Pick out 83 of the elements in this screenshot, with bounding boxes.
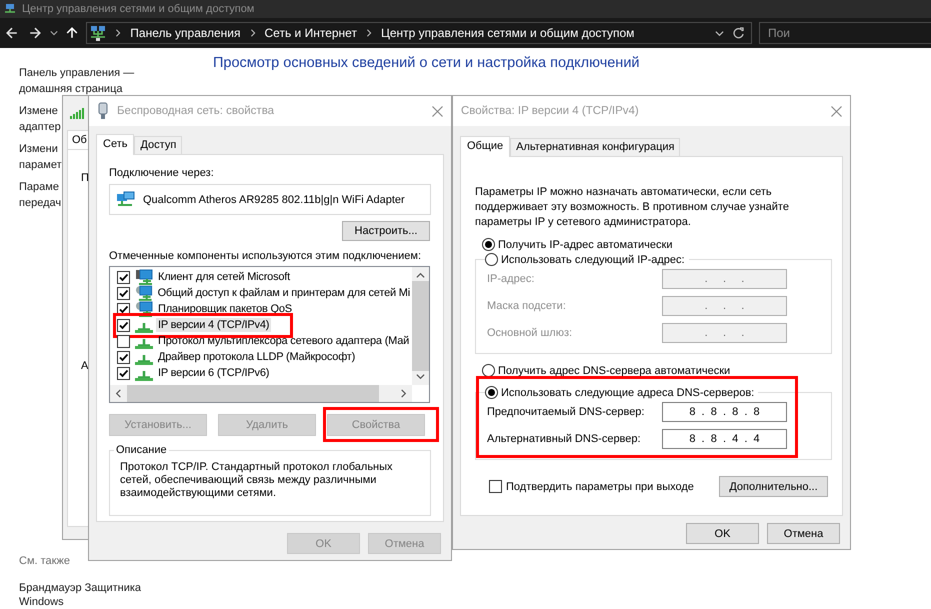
tab[interactable]: Общие	[460, 136, 510, 157]
horizontal-scrollbar[interactable]	[110, 385, 412, 402]
checkbox[interactable]	[117, 334, 130, 348]
component-item[interactable]: Общий доступ к файлам и принтерам для сетей Mi	[156, 286, 412, 300]
component-item[interactable]: Протокол мультиплексора сетевого адаптера (Май	[156, 334, 412, 348]
sidebar-link[interactable]: Панель управления — домашняя страница	[19, 65, 194, 97]
network-protocol-icon	[135, 338, 153, 348]
checkbox[interactable]	[117, 270, 130, 284]
computer-network-icon	[135, 301, 153, 317]
network-icon	[4, 4, 16, 14]
radio-option[interactable]: Использовать следующий IP-адрес:	[485, 253, 685, 266]
label: П	[81, 172, 89, 184]
vertical-scrollbar[interactable]	[412, 267, 429, 385]
chevron-right-icon	[114, 29, 122, 37]
checkbox[interactable]	[117, 366, 130, 380]
chevron-down-icon	[714, 28, 724, 38]
field-label: Маска подсети:	[487, 300, 567, 312]
wifi-adapter-icon	[97, 102, 109, 120]
adapter-name: Qualcomm Atheros AR9285 802.11b|g|n WiFi Adapter	[143, 194, 405, 206]
scroll-down-icon	[416, 372, 425, 381]
advanced-button[interactable]: Дополнительно...	[719, 476, 828, 497]
network-icon	[90, 25, 106, 41]
dialog-title: Свойства: IP версии 4 (TCP/IPv4)	[461, 105, 640, 117]
dialog-button[interactable]: Отмена	[767, 523, 840, 544]
tab[interactable]: Доступ	[134, 136, 182, 154]
description-text: Протокол TCP/IP. Стандартный протокол глобальных сетей, обеспечивающий связь между различными взаимодействующими сетями.	[120, 461, 394, 500]
breadcrumb[interactable]: Панель управления	[130, 26, 241, 40]
search-field[interactable]: Пои	[758, 22, 931, 44]
checkbox[interactable]	[117, 318, 130, 332]
tab[interactable]: Альтернативная конфигурация	[510, 138, 680, 156]
computer-network-icon	[135, 269, 153, 285]
configure-button[interactable]: Настроить...	[342, 221, 430, 241]
see-also-heading: См. также	[19, 555, 71, 567]
scroll-left-icon	[114, 389, 123, 398]
page-heading: Просмотр основных сведений о сети и настройка подключений	[212, 54, 641, 71]
forward-arrow-icon	[29, 27, 42, 39]
component-item[interactable]: IP версии 4 (TCP/IPv4)	[156, 318, 272, 332]
field-label: Предпочитаемый DNS-сервер:	[487, 406, 646, 418]
refresh-icon[interactable]	[732, 26, 745, 40]
breadcrumb[interactable]: Центр управления сетями и общим доступом	[380, 26, 634, 40]
sidebar-link[interactable]: Брандмауэр Защитника Windows	[19, 581, 194, 609]
field-label: IP-адрес:	[487, 273, 536, 285]
ip-address-field[interactable]: 8 . 8 . 4 . 4	[662, 429, 787, 449]
label: Подключение через:	[109, 167, 215, 179]
radio-option[interactable]: Получить адрес DNS-сервера автоматически	[482, 364, 828, 377]
intro-text: Параметры IP можно назначать автоматически, если сеть поддерживает эту возможность. В противном случае узнайте параметры IP у сетевого администратора.	[475, 185, 790, 230]
tab[interactable]: Сеть	[96, 134, 134, 155]
dialog-title: Беспроводная сеть: свойства	[117, 105, 276, 117]
component-item[interactable]: Клиент для сетей Microsoft	[156, 270, 292, 284]
ip-address-field[interactable]: 8 . 8 . 8 . 8	[662, 402, 787, 422]
computer-network-icon	[135, 285, 153, 301]
breadcrumb[interactable]: Сеть и Интернет	[264, 26, 357, 40]
scroll-up-icon	[416, 271, 425, 280]
close-icon[interactable]	[432, 106, 443, 116]
up-arrow-icon	[66, 27, 78, 39]
signal-icon	[70, 107, 86, 119]
field-label: Альтернативный DNS-сервер:	[487, 433, 642, 445]
back-arrow-icon	[6, 27, 18, 39]
window-title: Центр управления сетями и общим доступом	[22, 3, 254, 15]
group-title: Описание	[115, 444, 168, 456]
label: Отмеченные компоненты используются этим подключением:	[109, 250, 422, 262]
network-protocol-icon	[135, 322, 153, 332]
component-item[interactable]: Планировщик пакетов QoS	[156, 302, 294, 316]
chevron-right-icon	[248, 29, 257, 37]
chevron-down-icon	[50, 29, 58, 37]
field-label: Основной шлюз:	[487, 327, 574, 339]
scroll-right-icon	[399, 389, 408, 398]
checkbox[interactable]	[117, 350, 130, 364]
checkbox[interactable]	[489, 480, 502, 493]
dialog-button[interactable]: OK	[686, 523, 759, 544]
label: А	[81, 360, 88, 372]
chevron-right-icon	[364, 29, 373, 37]
component-item[interactable]: IP версии 6 (TCP/IPv6)	[156, 366, 272, 380]
address-bar[interactable]: Панель управления Сеть и Интернет Центр управления сетями и общим доступом	[86, 22, 752, 44]
checkbox-label[interactable]: Подтвердить параметры при выходе	[506, 480, 694, 492]
checkbox[interactable]	[117, 286, 130, 300]
component-item[interactable]: Драйвер протокола LLDP (Майкрософт)	[156, 350, 358, 364]
network-protocol-icon	[135, 354, 153, 364]
radio-option[interactable]: Использовать следующие адреса DNS-серверов:	[485, 386, 754, 399]
close-icon[interactable]	[831, 106, 842, 116]
network-adapter-icon	[116, 190, 136, 208]
network-protocol-icon	[135, 370, 153, 380]
radio-option[interactable]: Получить IP-адрес автоматически	[482, 238, 828, 251]
